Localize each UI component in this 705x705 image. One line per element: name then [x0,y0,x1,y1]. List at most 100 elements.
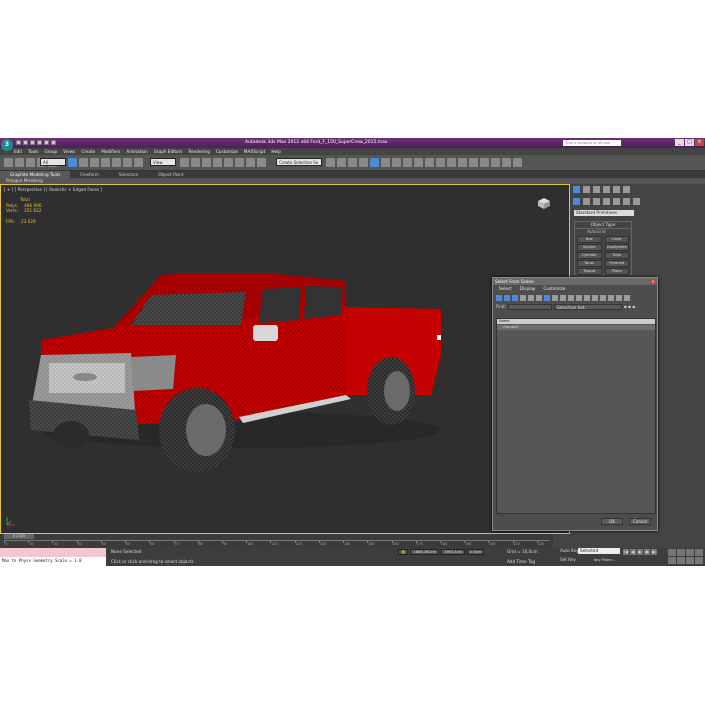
set-key-button[interactable]: Set Key [560,557,576,562]
menu-group[interactable]: Group [44,149,57,154]
display-shapes-icon[interactable] [504,294,510,301]
close-button[interactable]: × [695,139,704,146]
redo-icon[interactable] [44,140,49,145]
keyboard-shortcut-icon[interactable] [202,158,211,167]
hierarchy-tab-icon[interactable] [593,186,600,193]
curve-editor-icon[interactable] [370,158,379,167]
menu-graph-editors[interactable]: Graph Editors [154,149,183,154]
rectangular-selection-icon[interactable] [90,158,99,167]
x-coordinate-field[interactable]: 1886.261cm [410,549,440,555]
maxscript-listener-input[interactable]: Max to Physx Geometry Scale = 1.0 [0,557,106,566]
plane-button[interactable]: Plane [604,268,629,275]
window-crossing-icon[interactable] [101,158,110,167]
display-groups-icon[interactable] [544,294,550,301]
zoom-icon[interactable] [668,549,676,556]
menu-help[interactable]: Help [271,149,281,154]
tab-selection[interactable]: Selection [109,171,148,178]
perspective-viewport[interactable]: [ + ] [ Perspective ] [ Realistic + Edge… [0,184,570,534]
cancel-button[interactable]: Cancel [629,518,651,525]
environment-icon[interactable] [447,158,456,167]
geometry-icon[interactable] [573,198,580,205]
pan-icon[interactable] [677,557,685,564]
maxscript-listener-output[interactable] [0,548,106,557]
go-to-start-icon[interactable]: |◀ [623,549,629,555]
select-by-name-icon[interactable] [79,158,88,167]
name-column-header[interactable]: Name [497,319,655,324]
named-selection-dropdown[interactable]: Create Selection Se [276,158,322,166]
display-cameras-icon[interactable] [520,294,526,301]
mirror-icon[interactable] [326,158,335,167]
menu-tools[interactable]: Tools [28,149,38,154]
sphere-button[interactable]: Sphere [577,244,602,251]
display-xrefs-icon[interactable] [552,294,558,301]
material-editor-icon[interactable] [392,158,401,167]
reference-coordinate-dropdown[interactable]: View [150,158,176,166]
dialog-menu-select[interactable]: Select [499,285,512,293]
undo-icon[interactable] [37,140,42,145]
pyramid-button[interactable]: Pyramid [604,260,629,267]
sync-selection-icon[interactable] [624,294,630,301]
primitive-category-dropdown[interactable]: Standard Primitives [574,210,634,216]
display-bones-icon[interactable] [560,294,566,301]
rendered-frame-window-icon[interactable] [414,158,423,167]
open-icon[interactable] [23,140,28,145]
menu-maxscript[interactable]: MAXScript [244,149,266,154]
y-coordinate-field[interactable]: 1963.4cm [441,549,466,555]
dialog-menu-display[interactable]: Display [520,285,535,293]
display-frozen-icon[interactable] [576,294,582,301]
zoom-extents-icon[interactable] [686,549,694,556]
lock-selection-icon[interactable]: 🔒 [398,549,409,555]
auto-key-button[interactable]: Auto Key [560,548,579,553]
search-input[interactable]: Type a keyword or phrase [563,140,621,146]
tab-freeform[interactable]: Freeform [70,171,109,178]
ok-button[interactable]: OK [601,518,623,525]
select-object-icon[interactable] [68,158,77,167]
render-production-icon[interactable] [425,158,434,167]
select-rotate-icon[interactable] [123,158,132,167]
zoom-extents-all-icon[interactable] [695,549,703,556]
tube-button[interactable]: Tube [604,252,629,259]
teapot-render-icon[interactable] [436,158,445,167]
effects-icon[interactable] [458,158,467,167]
add-time-tag-button[interactable]: Add Time Tag [507,559,535,564]
selection-set-dropdown[interactable]: Selection Set: [554,303,622,310]
helpers-icon[interactable] [613,198,620,205]
redo-icon[interactable] [15,158,24,167]
app-logo-button[interactable]: 3 [1,139,13,151]
print-size-icon[interactable] [502,158,511,167]
filter-icon[interactable] [616,294,622,301]
utilities-tab-icon[interactable] [623,186,630,193]
key-mode-dropdown[interactable]: Selected [578,548,620,554]
play-icon[interactable]: ▶ [637,549,643,555]
select-scale-icon[interactable] [134,158,143,167]
select-none-icon[interactable] [600,294,606,301]
graphite-toggle-icon[interactable] [359,158,368,167]
key-filters-button[interactable]: Key Filters... [594,558,616,562]
display-tab-icon[interactable] [613,186,620,193]
display-containers-icon[interactable] [568,294,574,301]
dialog-title-bar[interactable]: Select From Scene × [493,278,657,285]
motion-tab-icon[interactable] [603,186,610,193]
field-of-view-icon[interactable] [668,557,676,564]
next-frame-icon[interactable]: |▶ [644,549,650,555]
display-lights-icon[interactable] [512,294,518,301]
tab-graphite-modeling-tools[interactable]: Graphite Modeling Tools [0,171,71,178]
dialog-menu-customize[interactable]: Customize [543,285,565,293]
menu-create[interactable]: Create [81,149,95,154]
box-button[interactable]: Box [577,236,602,243]
z-coordinate-field[interactable]: 0.0cm [467,549,485,555]
go-to-end-icon[interactable]: ▶| [651,549,657,555]
menu-edit[interactable]: Edit [14,149,22,154]
menu-animation[interactable]: Animation [126,149,147,154]
orbit-icon[interactable] [686,557,694,564]
minimize-button[interactable]: _ [675,139,684,146]
maximize-viewport-icon[interactable] [695,557,703,564]
modify-tab-icon[interactable] [583,186,590,193]
shapes-icon[interactable] [583,198,590,205]
select-invert-icon[interactable] [608,294,614,301]
manipulate-icon[interactable] [191,158,200,167]
torus-button[interactable]: Torus [577,260,602,267]
display-hidden-icon[interactable] [584,294,590,301]
new-icon[interactable] [16,140,21,145]
previous-frame-icon[interactable]: ◀| [630,549,636,555]
